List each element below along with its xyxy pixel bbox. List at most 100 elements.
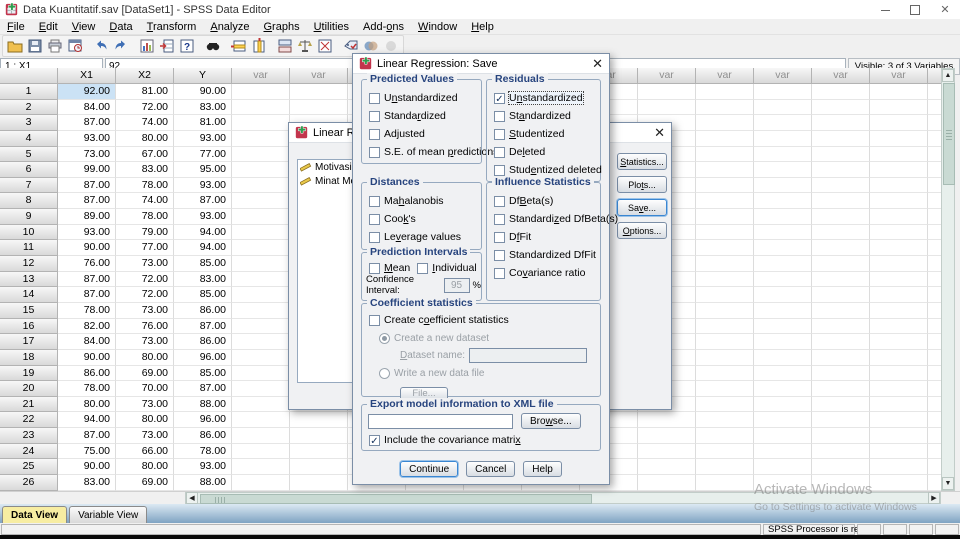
grid-cell[interactable]: 80.00 xyxy=(116,412,174,429)
grid-cell[interactable]: 90.00 xyxy=(58,240,116,257)
grid-cell[interactable]: 75.00 xyxy=(58,443,116,460)
column-header-var[interactable]: var xyxy=(928,68,941,84)
grid-cell[interactable] xyxy=(232,334,290,350)
scroll-left-button[interactable]: ◀ xyxy=(186,492,198,504)
column-header-var[interactable]: var xyxy=(812,68,870,84)
grid-cell[interactable] xyxy=(928,381,941,397)
grid-cell[interactable] xyxy=(232,162,290,178)
grid-cell[interactable]: 87.00 xyxy=(58,428,116,444)
grid-cell[interactable] xyxy=(696,459,754,476)
grid-cell[interactable] xyxy=(812,302,870,319)
grid-cell[interactable] xyxy=(870,318,928,335)
grid-cell[interactable] xyxy=(870,396,928,413)
grid-cell[interactable] xyxy=(870,287,928,303)
grid-cell[interactable] xyxy=(928,146,941,163)
grid-cell[interactable]: 86.00 xyxy=(58,365,116,382)
grid-cell[interactable] xyxy=(696,334,754,350)
grid-cell[interactable] xyxy=(870,443,928,460)
grid-cell[interactable] xyxy=(232,240,290,257)
grid-cell[interactable]: 87.00 xyxy=(174,193,232,210)
grid-cell[interactable]: 93.00 xyxy=(174,459,232,476)
checkbox-box[interactable] xyxy=(369,262,380,274)
grid-cell[interactable] xyxy=(928,271,941,288)
grid-cell[interactable] xyxy=(812,240,870,257)
grid-cell[interactable]: 93.00 xyxy=(174,209,232,225)
row-header[interactable]: 17 xyxy=(0,334,58,350)
checkbox-box[interactable] xyxy=(369,314,380,326)
column-header-x1[interactable]: X1 xyxy=(58,68,116,84)
grid-cell[interactable] xyxy=(928,428,941,444)
row-header[interactable]: 16 xyxy=(0,318,58,335)
statistics-button[interactable]: Statistics... xyxy=(617,153,667,170)
grid-cell[interactable] xyxy=(812,115,870,131)
restore-button[interactable] xyxy=(900,0,930,19)
select-cases-icon[interactable] xyxy=(316,37,334,55)
grid-cell[interactable] xyxy=(696,318,754,335)
grid-cell[interactable] xyxy=(696,302,754,319)
grid-cell[interactable]: 93.00 xyxy=(174,130,232,147)
row-header[interactable]: 3 xyxy=(0,115,58,131)
insert-variable-icon[interactable] xyxy=(250,37,268,55)
grid-cell[interactable] xyxy=(754,209,812,225)
grid-cell[interactable] xyxy=(696,443,754,460)
column-header-var[interactable]: var xyxy=(870,68,928,84)
grid-cell[interactable]: 77.00 xyxy=(116,240,174,257)
grid-cell[interactable] xyxy=(870,412,928,429)
grid-cell[interactable] xyxy=(696,162,754,178)
grid-cell[interactable] xyxy=(232,287,290,303)
checkbox-box[interactable] xyxy=(369,146,380,158)
grid-cell[interactable]: 76.00 xyxy=(58,256,116,272)
grid-cell[interactable]: 93.00 xyxy=(58,224,116,241)
grid-cell[interactable]: 81.00 xyxy=(174,115,232,131)
grid-cell[interactable] xyxy=(696,475,754,491)
grid-cell[interactable] xyxy=(928,193,941,210)
grid-cell[interactable] xyxy=(812,287,870,303)
grid-cell[interactable] xyxy=(870,256,928,272)
grid-cell[interactable] xyxy=(290,84,348,100)
grid-cell[interactable]: 78.00 xyxy=(116,177,174,194)
grid-cell[interactable] xyxy=(754,224,812,241)
grid-cell[interactable] xyxy=(928,334,941,350)
create-new-dataset-radio[interactable]: Create a new dataset xyxy=(372,329,600,347)
grid-cell[interactable]: 85.00 xyxy=(174,365,232,382)
checkbox-box[interactable] xyxy=(417,262,429,274)
grid-cell[interactable]: 72.00 xyxy=(116,287,174,303)
grid-cell[interactable]: 78.00 xyxy=(174,443,232,460)
menu-window[interactable]: Window xyxy=(411,21,464,33)
checkbox-box[interactable] xyxy=(494,164,505,176)
grid-cell[interactable]: 87.00 xyxy=(58,177,116,194)
grid-cell[interactable] xyxy=(754,287,812,303)
help-button[interactable]: Help xyxy=(523,461,562,477)
checkbox-box[interactable] xyxy=(369,92,380,104)
include-covariance-matrix-checkbox[interactable]: Include the covariance matrix xyxy=(362,431,600,449)
dialog-recall-icon[interactable] xyxy=(66,37,84,55)
grid-cell[interactable] xyxy=(870,271,928,288)
grid-cell[interactable] xyxy=(754,302,812,319)
grid-cell[interactable]: 90.00 xyxy=(58,459,116,476)
row-header[interactable]: 5 xyxy=(0,146,58,163)
grid-cell[interactable]: 74.00 xyxy=(116,193,174,210)
grid-cell[interactable]: 94.00 xyxy=(174,240,232,257)
checkbox-box[interactable] xyxy=(494,267,505,279)
grid-cell[interactable] xyxy=(754,396,812,413)
checkbox-box[interactable] xyxy=(369,231,380,243)
vertical-scrollbar[interactable]: ▲ ▼ xyxy=(941,68,955,491)
grid-cell[interactable] xyxy=(870,177,928,194)
grid-cell[interactable] xyxy=(812,381,870,397)
grid-cell[interactable] xyxy=(696,349,754,366)
row-header[interactable]: 24 xyxy=(0,443,58,460)
row-header[interactable]: 10 xyxy=(0,224,58,241)
predicted-unstandardized-checkbox[interactable]: Unstandardized xyxy=(362,89,481,107)
split-file-icon[interactable] xyxy=(276,37,294,55)
checkbox-box[interactable] xyxy=(494,213,505,225)
influence-covariance-ratio-checkbox[interactable]: Covariance ratio xyxy=(487,264,600,282)
grid-cell[interactable]: 84.00 xyxy=(58,334,116,350)
print-icon[interactable] xyxy=(46,37,64,55)
grid-cell[interactable]: 84.00 xyxy=(58,99,116,116)
grid-cell[interactable]: 72.00 xyxy=(116,99,174,116)
grid-cell[interactable]: 87.00 xyxy=(58,287,116,303)
row-header[interactable]: 20 xyxy=(0,381,58,397)
grid-cell[interactable]: 86.00 xyxy=(174,428,232,444)
grid-cell[interactable]: 86.00 xyxy=(174,334,232,350)
grid-cell[interactable]: 94.00 xyxy=(174,224,232,241)
